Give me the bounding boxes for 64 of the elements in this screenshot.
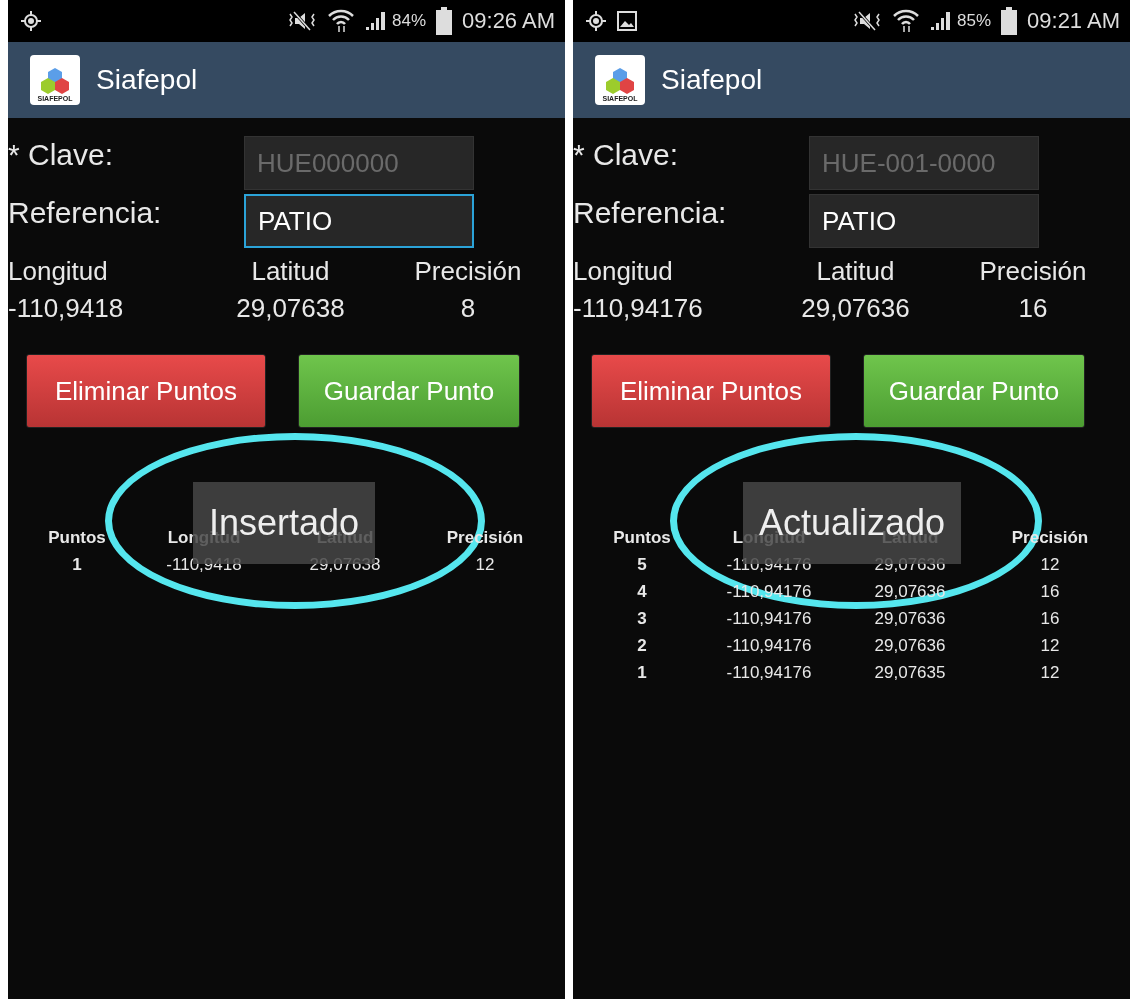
table-cell: 12 <box>475 555 495 575</box>
table-cell: 1 <box>72 555 82 575</box>
location-icon <box>585 10 607 32</box>
signal-icon <box>929 10 953 32</box>
column-header: Puntos <box>48 528 106 548</box>
table-cell: 2 <box>637 636 647 656</box>
coordinate-label: Precisión <box>979 256 1087 287</box>
referencia-field[interactable]: PATIO <box>809 194 1039 248</box>
table-cell: -110,94176 <box>726 636 812 656</box>
status-time: 09:21 AM <box>1027 8 1120 34</box>
table-cell: 5 <box>637 555 647 575</box>
coordinate-value: 16 <box>1018 293 1048 324</box>
table-cell: 12 <box>1040 636 1060 656</box>
coordinate-label: Latitud <box>251 256 330 287</box>
coordinate-value: 8 <box>460 293 476 324</box>
image-icon <box>617 11 637 31</box>
table-cell: 4 <box>637 582 647 602</box>
table-cell: 16 <box>1040 609 1060 629</box>
mute-vibrate-icon <box>286 10 318 32</box>
table-cell: 29,07636 <box>874 555 946 575</box>
app-title: Siafepol <box>661 64 763 96</box>
battery-icon <box>436 7 453 35</box>
mute-vibrate-icon <box>851 10 883 32</box>
coordinate-label: Precisión <box>414 256 522 287</box>
table-cell: 29,07636 <box>874 609 946 629</box>
battery-percentage: 85% <box>957 11 992 31</box>
coordinate-value: -110,94176 <box>573 293 703 324</box>
clave-label: * Clave: <box>8 137 115 172</box>
referencia-field[interactable]: PATIO <box>244 194 474 248</box>
table-cell: 29,07638 <box>309 555 381 575</box>
coordinate-label: Latitud <box>816 256 895 287</box>
app-title: Siafepol <box>96 64 198 96</box>
table-cell: -110,94176 <box>726 555 812 575</box>
signal-icon <box>364 10 388 32</box>
table-cell: 16 <box>1040 582 1060 602</box>
referencia-label: Referencia: <box>573 195 728 230</box>
table-cell: 12 <box>1040 555 1060 575</box>
table-cell: -110,9418 <box>166 555 242 575</box>
referencia-label: Referencia: <box>8 195 163 230</box>
table-cell: 29,07636 <box>874 636 946 656</box>
save-point-button[interactable]: Guardar Punto <box>298 354 520 428</box>
status-time: 09:26 AM <box>462 8 555 34</box>
coordinate-value: -110,9418 <box>8 293 124 324</box>
clave-label: * Clave: <box>573 137 680 172</box>
table-cell: 29,07636 <box>874 582 946 602</box>
table-cell: 29,07635 <box>874 663 946 683</box>
battery-percentage: 84% <box>392 11 427 31</box>
battery-icon <box>1001 7 1018 35</box>
table-cell: -110,94176 <box>726 609 812 629</box>
table-cell: -110,94176 <box>726 663 812 683</box>
location-icon <box>20 10 42 32</box>
coordinate-label: Longitud <box>8 256 108 287</box>
column-header: Puntos <box>613 528 671 548</box>
table-cell: 12 <box>1040 663 1060 683</box>
wifi-icon <box>328 9 354 33</box>
save-point-button[interactable]: Guardar Punto <box>863 354 1085 428</box>
coordinate-label: Longitud <box>573 256 673 287</box>
delete-points-button[interactable]: Eliminar Puntos <box>591 354 831 428</box>
delete-points-button[interactable]: Eliminar Puntos <box>26 354 266 428</box>
table-cell: 1 <box>637 663 647 683</box>
table-cell: 3 <box>637 609 647 629</box>
coordinate-value: 29,07638 <box>236 293 345 324</box>
wifi-icon <box>893 9 919 33</box>
coordinate-value: 29,07636 <box>801 293 910 324</box>
